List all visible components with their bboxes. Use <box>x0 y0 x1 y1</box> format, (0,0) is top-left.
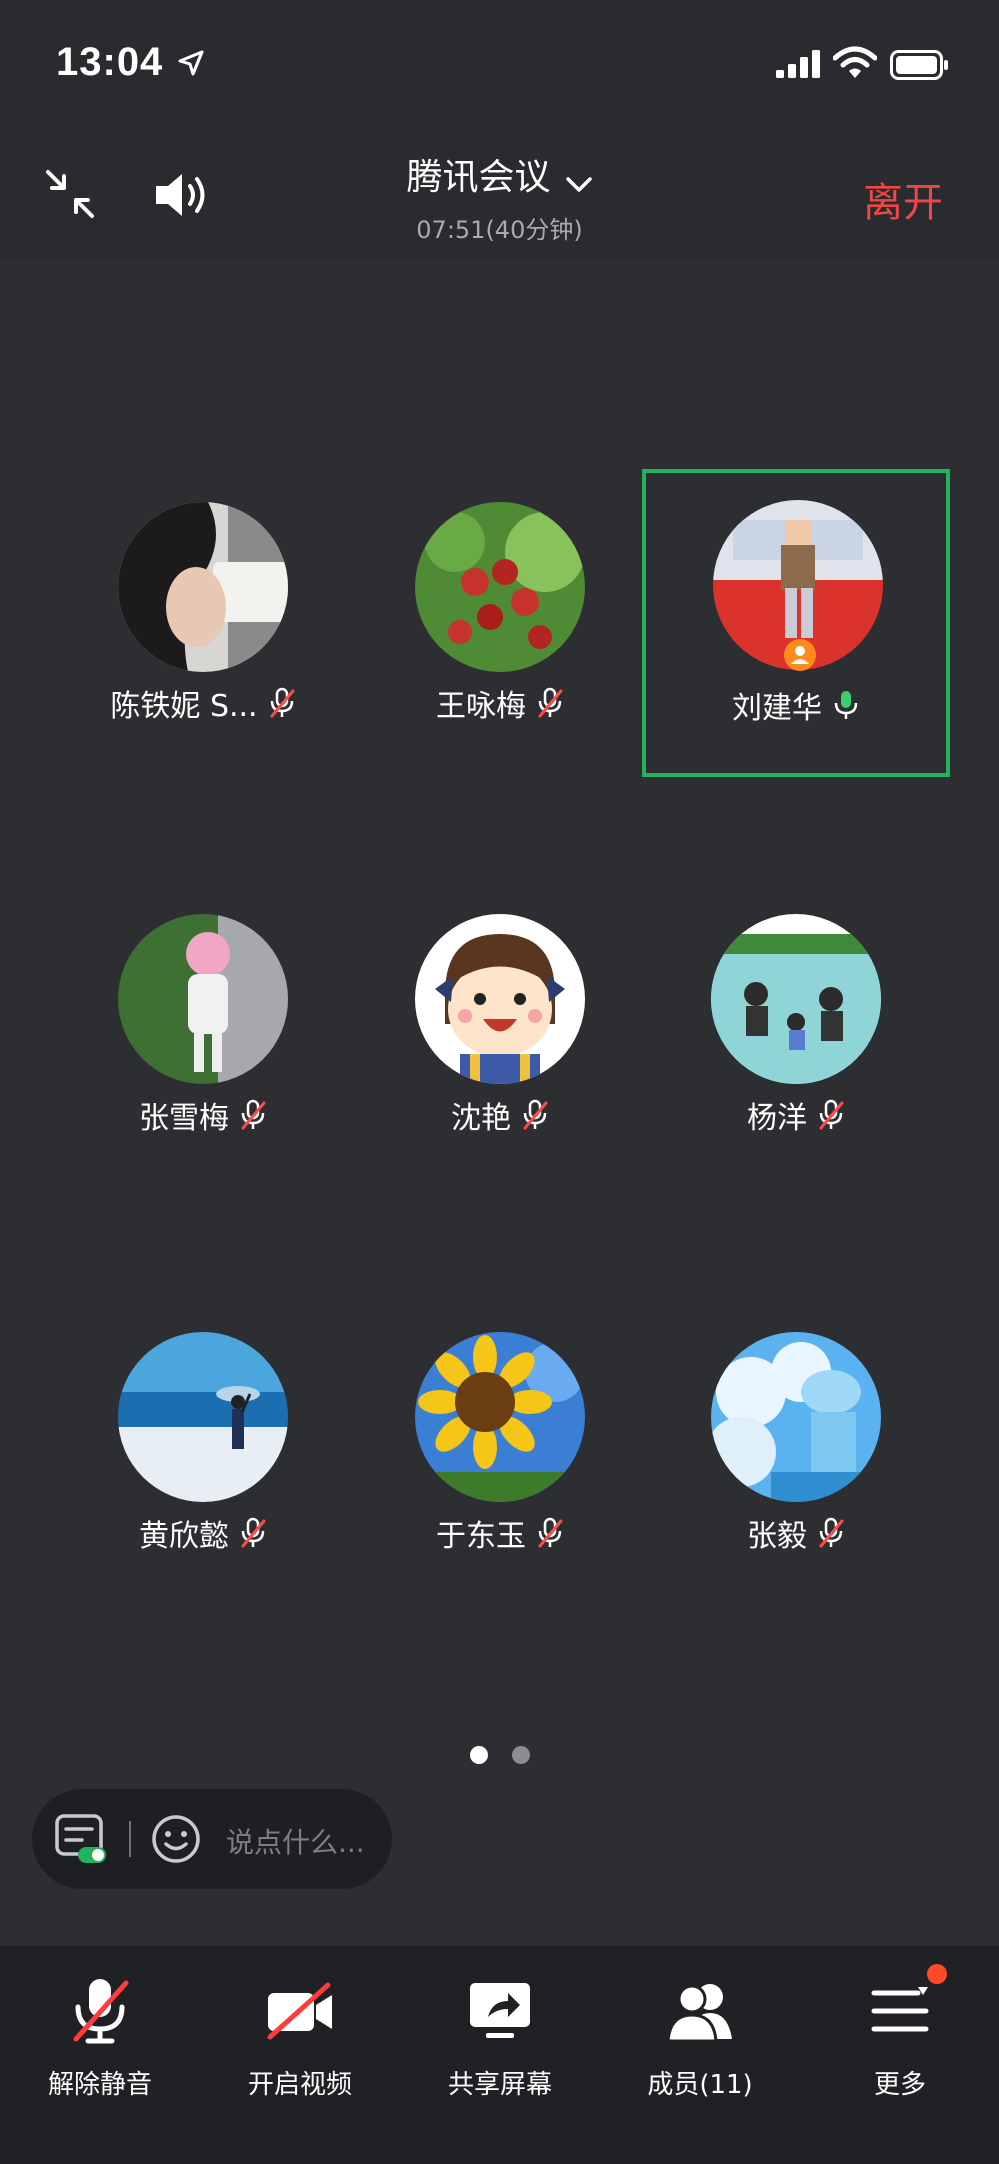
host-badge-icon <box>784 639 816 671</box>
chat-divider <box>129 1821 131 1857</box>
participant-name-row: 杨洋 <box>646 1093 946 1137</box>
participant-name: 沈艳 <box>451 1101 511 1136</box>
avatar <box>118 502 288 672</box>
avatar <box>415 1332 585 1502</box>
status-bar: 13:04 <box>0 0 999 130</box>
participant-name: 张毅 <box>747 1519 807 1554</box>
camera-off-icon <box>267 1982 332 2040</box>
participant-name: 黄欣懿 <box>139 1519 229 1554</box>
participant-name: 于东玉 <box>436 1519 526 1554</box>
meeting-title-button[interactable]: 腾讯会议 <box>0 148 999 200</box>
share-screen-button[interactable]: 共享屏幕 <box>405 1966 595 2101</box>
participant-tile[interactable]: 张毅 <box>646 1309 946 1609</box>
location-arrow-icon <box>178 50 204 76</box>
mic-muted-icon <box>819 1517 844 1548</box>
participant-name: 张雪梅 <box>139 1101 229 1136</box>
avatar <box>711 1332 881 1502</box>
participant-name-row: 张毅 <box>646 1511 946 1555</box>
avatar <box>711 914 881 1084</box>
participant-tile[interactable]: 陈铁妮 S... <box>53 469 353 769</box>
chat-input-bar[interactable]: 说点什么... <box>32 1789 392 1889</box>
mic-muted-icon <box>270 687 295 718</box>
mic-muted-icon <box>538 1517 563 1548</box>
avatar <box>118 914 288 1084</box>
status-time: 13:04 <box>56 40 164 84</box>
meeting-title: 腾讯会议 <box>406 157 551 198</box>
page-dot-active[interactable] <box>469 1746 488 1764</box>
participant-name: 王咏梅 <box>436 689 526 724</box>
participant-tile[interactable]: 沈艳 <box>350 889 650 1189</box>
avatar <box>118 1332 288 1502</box>
members-icon <box>666 1984 732 2043</box>
participant-name: 刘建华 <box>732 691 822 726</box>
more-label: 更多 <box>873 2070 926 2100</box>
participant-tile[interactable]: 黄欣懿 <box>53 1309 353 1609</box>
battery-icon <box>890 50 948 80</box>
leave-button[interactable]: 离开 <box>863 170 943 228</box>
unmute-label: 解除静音 <box>47 2070 152 2100</box>
mic-active-icon <box>834 691 858 719</box>
emoji-icon[interactable] <box>150 1813 202 1865</box>
members-button[interactable]: 成员(11) <box>605 1966 795 2101</box>
subtitle-toggle-icon[interactable] <box>54 1813 110 1865</box>
mic-muted-icon <box>241 1517 266 1548</box>
share-screen-label: 共享屏幕 <box>447 2070 552 2100</box>
participant-name-row: 黄欣懿 <box>53 1511 353 1555</box>
mic-muted-icon <box>73 1979 129 2044</box>
avatar <box>415 914 585 1084</box>
menu-icon <box>871 1987 929 2032</box>
participant-name-row: 刘建华 <box>646 683 946 727</box>
participant-tile[interactable]: 张雪梅 <box>53 889 353 1189</box>
page-dot[interactable] <box>511 1746 530 1764</box>
start-video-button[interactable]: 开启视频 <box>205 1966 395 2101</box>
participant-tile-active-speaker[interactable]: 刘建华 <box>642 469 950 777</box>
more-button[interactable]: 更多 <box>805 1964 995 2101</box>
participant-name: 陈铁妮 S... <box>110 689 258 724</box>
meeting-duration: 07:51(40分钟) <box>416 216 583 244</box>
wifi-icon <box>833 46 877 78</box>
members-label: 成员(11) <box>647 2070 753 2100</box>
mic-muted-icon <box>538 687 563 718</box>
meeting-header: 腾讯会议 07:51(40分钟) 离开 <box>0 130 999 258</box>
participant-name: 杨洋 <box>747 1101 807 1136</box>
participant-name-row: 陈铁妮 S... <box>53 681 353 725</box>
bottom-toolbar: 解除静音 开启视频 共享屏幕 成员(11) 更多 <box>0 1946 999 2164</box>
chat-placeholder[interactable]: 说点什么... <box>226 1821 365 1861</box>
page-indicator[interactable] <box>0 1746 999 1768</box>
participant-tile[interactable]: 杨洋 <box>646 889 946 1189</box>
start-video-label: 开启视频 <box>247 2070 352 2100</box>
notification-dot <box>927 1964 947 1984</box>
mic-muted-icon <box>819 1099 844 1130</box>
participant-name-row: 于东玉 <box>350 1511 650 1555</box>
participant-name-row: 张雪梅 <box>53 1093 353 1137</box>
mic-muted-icon <box>523 1099 548 1130</box>
participant-tile[interactable]: 王咏梅 <box>350 469 650 769</box>
participant-name-row: 王咏梅 <box>350 681 650 725</box>
mic-muted-icon <box>241 1099 266 1130</box>
chevron-down-icon <box>565 176 592 192</box>
cellular-signal-icon <box>776 50 820 78</box>
participant-tile[interactable]: 于东玉 <box>350 1309 650 1609</box>
participant-name-row: 沈艳 <box>350 1093 650 1137</box>
unmute-button[interactable]: 解除静音 <box>5 1966 195 2101</box>
share-screen-icon <box>470 1983 530 2038</box>
avatar <box>415 502 585 672</box>
